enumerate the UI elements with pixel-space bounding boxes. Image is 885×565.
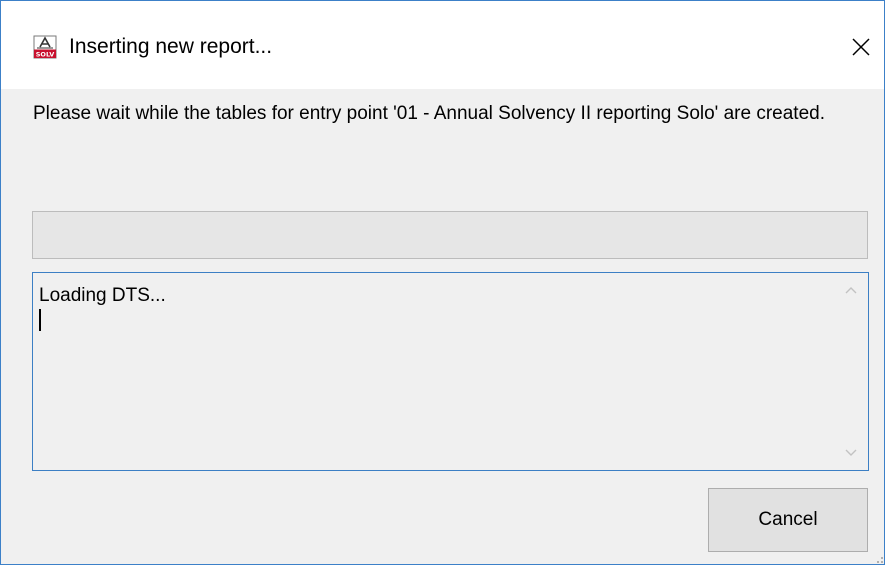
log-scrollbar[interactable] [834, 273, 868, 470]
progress-bar [32, 211, 868, 259]
close-button[interactable] [841, 29, 881, 65]
svg-text:SOLV: SOLV [36, 51, 54, 59]
title-bar[interactable]: SOLV Inserting new report... [1, 1, 884, 89]
text-caret [39, 309, 41, 331]
chevron-down-icon [845, 449, 857, 456]
close-icon [852, 38, 870, 56]
dialog-window: SOLV Inserting new report... Please wait… [0, 0, 885, 565]
scroll-up-button[interactable] [834, 273, 868, 307]
solvency-ii-app-icon: SOLV [33, 35, 57, 59]
resize-grip-icon[interactable] [874, 554, 884, 564]
log-textbox[interactable]: Loading DTS... [32, 272, 869, 471]
chevron-up-icon [845, 287, 857, 294]
status-message: Please wait while the tables for entry p… [33, 103, 825, 124]
log-text: Loading DTS... [39, 285, 166, 306]
window-title: Inserting new report... [69, 35, 273, 58]
cancel-button[interactable]: Cancel [708, 488, 868, 552]
scroll-down-button[interactable] [834, 436, 868, 470]
